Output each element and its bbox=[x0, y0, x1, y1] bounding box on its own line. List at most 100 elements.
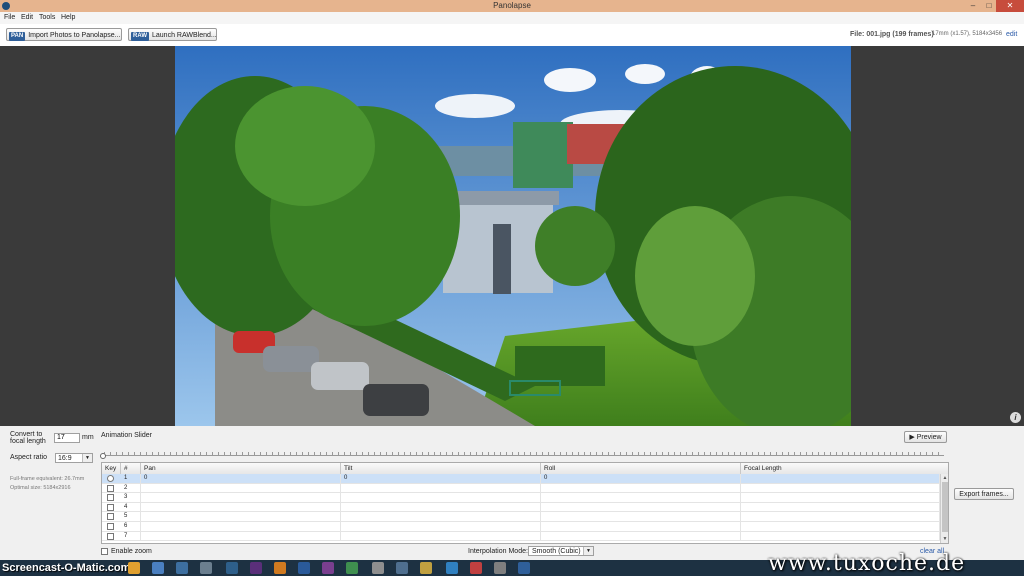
scroll-down-icon[interactable]: ▼ bbox=[941, 535, 948, 543]
enable-zoom-checkbox[interactable] bbox=[101, 548, 108, 555]
cell-pan[interactable]: 0 bbox=[141, 474, 341, 483]
cell-focal[interactable] bbox=[741, 474, 940, 483]
preview-button[interactable]: ▶ Preview bbox=[904, 431, 947, 443]
cell-focal[interactable] bbox=[741, 493, 940, 503]
app-icon-14[interactable] bbox=[446, 562, 458, 574]
scrollbar-thumb[interactable] bbox=[942, 482, 948, 532]
app-icon-15[interactable] bbox=[470, 562, 482, 574]
import-photos-label: Import Photos to Panolapse... bbox=[28, 32, 121, 39]
lightroom-icon[interactable] bbox=[226, 562, 238, 574]
cell-num: 7 bbox=[121, 531, 141, 541]
cell-pan[interactable] bbox=[141, 502, 341, 512]
table-scrollbar[interactable]: ▲ ▼ bbox=[940, 474, 948, 543]
cell-focal[interactable] bbox=[741, 502, 940, 512]
launch-rawblend-button[interactable]: RAW Launch RAWBlend... bbox=[128, 28, 217, 41]
interpolation-value: Smooth (Cubic) bbox=[532, 548, 581, 555]
explorer-icon[interactable] bbox=[152, 562, 164, 574]
tuxoche-watermark: www.tuxoche.de bbox=[768, 551, 966, 576]
photoshop-icon[interactable] bbox=[298, 562, 310, 574]
cell-tilt[interactable]: 0 bbox=[341, 474, 541, 483]
app-icon-9[interactable] bbox=[322, 562, 334, 574]
focal-length-input[interactable] bbox=[54, 433, 80, 443]
key-checkbox[interactable] bbox=[107, 513, 114, 521]
cell-pan[interactable] bbox=[141, 522, 341, 531]
animation-slider[interactable] bbox=[104, 455, 944, 456]
cell-roll[interactable] bbox=[541, 493, 741, 503]
menu-help[interactable]: Help bbox=[61, 12, 75, 24]
app-icon-4[interactable] bbox=[200, 562, 212, 574]
table-row[interactable]: 5 bbox=[102, 512, 940, 522]
column-pan[interactable]: Pan bbox=[141, 463, 341, 474]
table-row[interactable]: 6 bbox=[102, 522, 940, 532]
close-button[interactable]: ✕ bbox=[996, 0, 1024, 12]
cell-roll[interactable] bbox=[541, 512, 741, 522]
cell-pan[interactable] bbox=[141, 512, 341, 522]
cell-focal[interactable] bbox=[741, 522, 940, 531]
panolapse-taskbar-icon[interactable] bbox=[518, 562, 530, 574]
minimize-button[interactable]: – bbox=[966, 0, 980, 12]
interpolation-select[interactable]: Smooth (Cubic) ▼ bbox=[528, 546, 594, 556]
aspect-ratio-value: 16:9 bbox=[58, 455, 72, 462]
app-icon-11[interactable] bbox=[372, 562, 384, 574]
aspect-ratio-select[interactable]: 16:9 ▼ bbox=[55, 453, 93, 463]
slider-thumb[interactable] bbox=[100, 453, 106, 459]
table-row[interactable]: 1000 bbox=[102, 474, 940, 484]
cell-focal[interactable] bbox=[741, 483, 940, 493]
app-icon-16[interactable] bbox=[494, 562, 506, 574]
key-checkbox[interactable] bbox=[107, 532, 114, 540]
menu-tools[interactable]: Tools bbox=[39, 12, 55, 24]
menu-file[interactable]: File bbox=[4, 12, 15, 24]
app-icon-3[interactable] bbox=[176, 562, 188, 574]
cell-num: 1 bbox=[121, 474, 141, 483]
key-checkbox[interactable] bbox=[107, 503, 114, 511]
import-photos-button[interactable]: PAN Import Photos to Panolapse... bbox=[6, 28, 122, 41]
info-icon[interactable]: i bbox=[1010, 412, 1021, 423]
cell-tilt[interactable] bbox=[341, 502, 541, 512]
cell-roll[interactable] bbox=[541, 531, 741, 541]
table-row[interactable]: 3 bbox=[102, 493, 940, 503]
cell-focal[interactable] bbox=[741, 512, 940, 522]
table-row[interactable]: 2 bbox=[102, 483, 940, 494]
menu-bar bbox=[0, 12, 1024, 24]
column-tilt[interactable]: Tilt bbox=[341, 463, 541, 474]
animation-slider-label: Animation Slider bbox=[101, 432, 152, 439]
export-frames-button[interactable]: Export frames... bbox=[954, 488, 1014, 500]
cell-pan[interactable] bbox=[141, 493, 341, 503]
cell-roll[interactable] bbox=[541, 502, 741, 512]
app-icon-10[interactable] bbox=[346, 562, 358, 574]
column-number[interactable]: # bbox=[121, 463, 141, 474]
cell-roll[interactable] bbox=[541, 483, 741, 493]
key-checkbox[interactable] bbox=[107, 484, 114, 492]
screencast-watermark: Screencast-O-Matic.com bbox=[2, 562, 131, 574]
chrome-icon[interactable] bbox=[128, 562, 140, 574]
app-icon-13[interactable] bbox=[420, 562, 432, 574]
cell-tilt[interactable] bbox=[341, 483, 541, 493]
table-row[interactable]: 7 bbox=[102, 531, 940, 542]
cell-roll[interactable] bbox=[541, 522, 741, 531]
menu-edit[interactable]: Edit bbox=[21, 12, 33, 24]
scroll-up-icon[interactable]: ▲ bbox=[941, 474, 948, 482]
cell-pan[interactable] bbox=[141, 483, 341, 493]
key-checkbox[interactable] bbox=[107, 494, 114, 502]
cell-tilt[interactable] bbox=[341, 522, 541, 531]
key-checkbox[interactable] bbox=[107, 523, 114, 530]
maximize-button[interactable]: □ bbox=[982, 0, 996, 12]
photo-preview[interactable] bbox=[175, 46, 851, 426]
cell-tilt[interactable] bbox=[341, 531, 541, 541]
column-roll[interactable]: Roll bbox=[541, 463, 741, 474]
premiere-icon[interactable] bbox=[250, 562, 262, 574]
cell-tilt[interactable] bbox=[341, 493, 541, 503]
aspect-ratio-label: Aspect ratio bbox=[10, 454, 47, 461]
illustrator-icon[interactable] bbox=[274, 562, 286, 574]
cell-focal[interactable] bbox=[741, 531, 940, 541]
photo-image bbox=[175, 46, 851, 426]
edit-link[interactable]: edit bbox=[1006, 31, 1017, 38]
cell-pan[interactable] bbox=[141, 531, 341, 541]
cell-tilt[interactable] bbox=[341, 512, 541, 522]
key-checkbox[interactable] bbox=[107, 475, 114, 482]
cell-roll[interactable]: 0 bbox=[541, 474, 741, 483]
column-key[interactable]: Key bbox=[102, 463, 121, 474]
column-focal-length[interactable]: Focal Length bbox=[741, 463, 948, 474]
app-icon-12[interactable] bbox=[396, 562, 408, 574]
table-row[interactable]: 4 bbox=[102, 502, 940, 513]
